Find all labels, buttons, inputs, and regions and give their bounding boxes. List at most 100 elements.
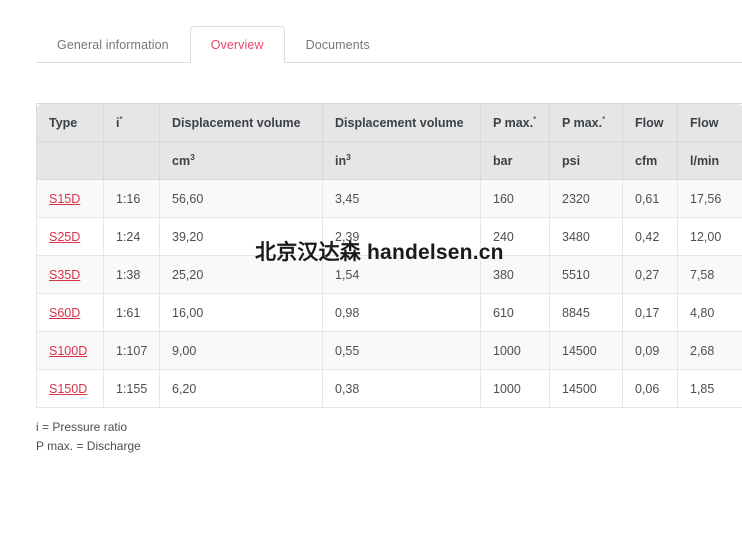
cell-value: 9,00 (172, 343, 197, 358)
cell-value: 1:38 (116, 267, 141, 282)
column-unit-1 (103, 141, 160, 180)
cell-cfm: 0,61 (622, 179, 678, 218)
cell-value: 14500 (562, 381, 597, 396)
cell-type: S25D (36, 217, 104, 256)
column-header-1: i* (103, 103, 160, 142)
product-type-link[interactable]: S60D (49, 306, 80, 320)
cell-type: S15D (36, 179, 104, 218)
cell-type: S100D (36, 331, 104, 370)
table-header-row-main: Type i* Displacement volume Displacement vo… (36, 103, 742, 142)
column-unit-label: cm (172, 153, 191, 168)
cell-value: 1000 (493, 381, 521, 396)
table-row: S35D 1:38 25,20 1,54 380 5510 0,27 7,58 (36, 255, 742, 294)
cell-cm3: 9,00 (159, 331, 323, 370)
table-row: S150D 1:155 6,20 0,38 1000 14500 0,06 1,85 (36, 369, 742, 408)
cell-cfm: 0,42 (622, 217, 678, 256)
column-unit-0 (36, 141, 104, 180)
cell-lmin: 2,68 (677, 331, 742, 370)
cell-lmin: 4,80 (677, 293, 742, 332)
cell-value: 17,56 (690, 191, 722, 206)
product-type-link[interactable]: S35D (49, 268, 80, 282)
cell-in3: 1,54 (322, 255, 481, 294)
column-header-4: P max.* (480, 103, 550, 142)
cell-psi: 14500 (549, 369, 623, 408)
column-header-label: Type (49, 115, 78, 130)
table-row: S15D 1:16 56,60 3,45 160 2320 0,61 17,56 (36, 179, 742, 218)
cell-value: 0,38 (335, 381, 360, 396)
cell-psi: 8845 (549, 293, 623, 332)
cell-psi: 3480 (549, 217, 623, 256)
cell-in3: 0,98 (322, 293, 481, 332)
cell-value: 1:155 (116, 381, 148, 396)
product-type-link[interactable]: S100D (49, 344, 87, 358)
cell-cfm: 0,17 (622, 293, 678, 332)
unit-exponent: 3 (346, 151, 351, 162)
cell-value: 0,09 (635, 343, 660, 358)
tab-overview[interactable]: Overview (189, 26, 285, 63)
cell-value: 4,80 (690, 305, 715, 320)
footnote-asterisk-icon: * (119, 114, 123, 124)
cell-value: 12,00 (690, 229, 722, 244)
column-unit-label: cfm (635, 153, 658, 168)
cell-cm3: 39,20 (159, 217, 323, 256)
column-header-label: P max. (562, 115, 603, 130)
cell-cfm: 0,09 (622, 331, 678, 370)
cell-value: 56,60 (172, 191, 204, 206)
cell-value: 1000 (493, 343, 521, 358)
cell-bar: 160 (480, 179, 550, 218)
cell-bar: 1000 (480, 331, 550, 370)
cell-value: 39,20 (172, 229, 204, 244)
cell-value: 1:16 (116, 191, 141, 206)
cell-cm3: 16,00 (159, 293, 323, 332)
tab-bar: General information Overview Documents (36, 26, 742, 63)
cell-cm3: 56,60 (159, 179, 323, 218)
table-body: S15D 1:16 56,60 3,45 160 2320 0,61 17,56 S25D 1:2… (36, 179, 742, 408)
column-header-label: Flow (635, 115, 664, 130)
footnote-line: P max. = Discharge (36, 439, 141, 453)
cell-in3: 0,38 (322, 369, 481, 408)
cell-lmin: 12,00 (677, 217, 742, 256)
column-unit-2: cm3 (159, 141, 323, 180)
cell-value: 2320 (562, 191, 590, 206)
column-header-label: P max. (493, 115, 534, 130)
cell-value: 2,39 (335, 229, 360, 244)
cell-cm3: 6,20 (159, 369, 323, 408)
cell-i: 1:16 (103, 179, 160, 218)
product-type-link[interactable]: S25D (49, 230, 80, 244)
cell-bar: 380 (480, 255, 550, 294)
cell-value: 6,20 (172, 381, 197, 396)
cell-value: 0,17 (635, 305, 660, 320)
cell-cfm: 0,06 (622, 369, 678, 408)
cell-value: 1,85 (690, 381, 715, 396)
cell-value: 160 (493, 191, 514, 206)
table-footnotes: i = Pressure ratio P max. = Discharge (36, 418, 141, 456)
footnote-asterisk-icon: * (602, 114, 606, 124)
cell-in3: 2,39 (322, 217, 481, 256)
cell-value: 610 (493, 305, 514, 320)
cell-value: 240 (493, 229, 514, 244)
cell-value: 380 (493, 267, 514, 282)
cell-value: 1:61 (116, 305, 141, 320)
column-header-7: Flow (677, 103, 742, 142)
table-row: S100D 1:107 9,00 0,55 1000 14500 0,09 2,68 (36, 331, 742, 370)
column-header-6: Flow (622, 103, 678, 142)
product-type-link[interactable]: S150D (49, 382, 87, 396)
column-header-3: Displacement volume (322, 103, 481, 142)
cell-value: 7,58 (690, 267, 715, 282)
column-header-label: Displacement volume (172, 115, 301, 130)
cell-value: 0,61 (635, 191, 660, 206)
product-type-link[interactable]: S15D (49, 192, 80, 206)
cell-value: 1:24 (116, 229, 141, 244)
cell-i: 1:61 (103, 293, 160, 332)
cell-type: S35D (36, 255, 104, 294)
column-header-5: P max.* (549, 103, 623, 142)
cell-value: 0,42 (635, 229, 660, 244)
tab-documents[interactable]: Documents (285, 26, 391, 63)
cell-bar: 240 (480, 217, 550, 256)
cell-value: 2,68 (690, 343, 715, 358)
cell-type: S150D (36, 369, 104, 408)
cell-value: 1,54 (335, 267, 360, 282)
tab-general-information[interactable]: General information (36, 26, 190, 63)
cell-in3: 0,55 (322, 331, 481, 370)
cell-bar: 610 (480, 293, 550, 332)
